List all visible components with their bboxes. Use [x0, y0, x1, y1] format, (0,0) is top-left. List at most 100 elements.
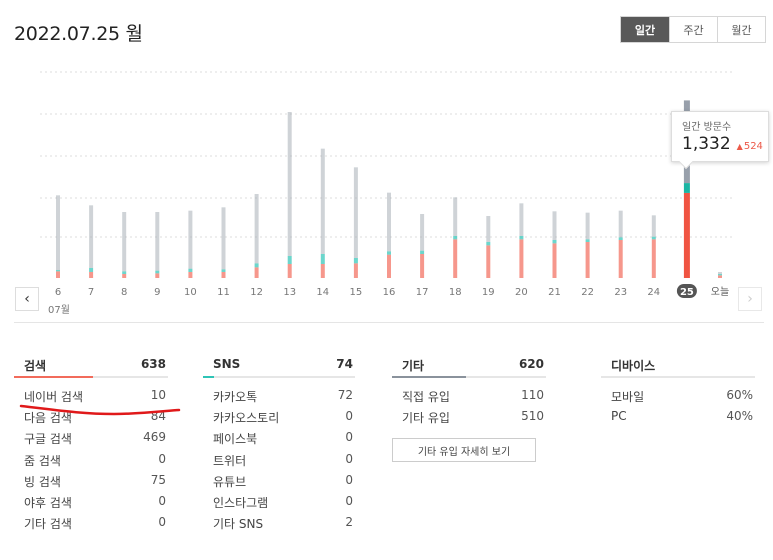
row-value: 0 — [345, 451, 353, 466]
bar-other-6 — [56, 195, 60, 270]
period-tabs: 일간 주간 월간 — [620, 16, 766, 43]
list-item: 야후 검색 0 — [14, 494, 168, 515]
x-tick-label: 16 — [383, 287, 396, 298]
section-share-bar — [392, 376, 546, 378]
section-header: SNS 74 — [203, 352, 355, 376]
tab-monthly[interactable]: 월간 — [717, 17, 765, 42]
x-tick-label: 23 — [614, 287, 627, 298]
bar-sns-14 — [320, 254, 325, 264]
row-value: 0 — [345, 409, 353, 424]
row-value: 469 — [143, 430, 166, 445]
bar-sns-17 — [420, 250, 425, 254]
bar-sns-오늘 — [718, 274, 722, 276]
bar-other-19 — [486, 216, 491, 242]
x-tick-label: 25 — [680, 287, 694, 298]
bar-sns-18 — [453, 236, 458, 240]
section-1: SNS 74 카카오톡 72 카카오스토리 0 페이스북 0 트위터 0 유튜브 0 인스타그램 0 기타 … — [203, 352, 355, 536]
tab-daily[interactable]: 일간 — [621, 17, 669, 42]
bar-sns-16 — [387, 251, 391, 255]
bar-search-7 — [89, 272, 94, 278]
x-tick-label: 6 — [55, 287, 61, 298]
x-tick-label: 20 — [515, 287, 528, 298]
bar-sns-25 — [683, 183, 690, 193]
row-label: 카카오톡 — [213, 390, 258, 404]
up-arrow-icon: ▲ — [736, 142, 743, 151]
next-period-button[interactable]: › — [738, 287, 762, 311]
bar-search-20 — [519, 239, 524, 278]
list-item: 기타 유입 510 — [392, 409, 546, 430]
bar-other-20 — [519, 203, 524, 236]
section-2: 기타 620 직접 유입 110 기타 유입 510 기타 유입 자세히 보기 — [392, 352, 546, 463]
bar-search-6 — [56, 271, 60, 278]
bar-search-10 — [188, 272, 193, 278]
x-tick-label: 오늘 — [711, 286, 729, 298]
tooltip-delta-value: 524 — [743, 141, 763, 152]
bar-sns-7 — [89, 268, 94, 272]
row-value: 0 — [158, 451, 166, 466]
section-3: 디바이스 모바일 60% PC 40% — [601, 352, 755, 430]
chart-tooltip: 일간 방문수 1,332 ▲524 — [671, 111, 769, 162]
section-title: 기타 — [402, 359, 425, 373]
bar-other-12 — [254, 194, 259, 264]
row-value: 72 — [337, 388, 353, 402]
bar-sns-10 — [188, 268, 193, 272]
list-item: 빙 검색 75 — [14, 473, 168, 494]
row-value: 75 — [150, 472, 166, 487]
section-title: SNS — [213, 357, 241, 371]
bar-search-21 — [552, 243, 557, 278]
row-label: 야후 검색 — [24, 495, 72, 510]
bar-other-22 — [585, 212, 590, 240]
x-tick-label: 21 — [548, 287, 561, 298]
visitor-chart: 6 7 8 9 10 11 12 13 14 15 16 17 18 19 20 21 22 23 24 25 오늘 — [40, 71, 735, 298]
bar-sns-13 — [287, 256, 292, 264]
bar-other-18 — [453, 197, 458, 236]
bar-search-11 — [221, 272, 226, 278]
section-share-bar — [14, 376, 168, 378]
bar-search-오늘 — [718, 275, 722, 278]
bar-sns-21 — [552, 240, 557, 244]
row-value: 510 — [521, 409, 544, 424]
list-item: 트위터 0 — [203, 452, 355, 473]
bar-other-16 — [387, 192, 391, 252]
row-label: 빙 검색 — [24, 474, 61, 489]
row-value: 0 — [345, 430, 353, 445]
bar-other-21 — [552, 211, 557, 240]
section-header: 검색 638 — [14, 352, 168, 376]
bar-search-18 — [453, 239, 458, 278]
bar-sns-15 — [353, 258, 358, 264]
list-item: 페이스북 0 — [203, 430, 355, 451]
bar-search-14 — [320, 264, 325, 278]
section-header: 기타 620 — [392, 352, 546, 376]
row-label: 카카오스토리 — [213, 411, 280, 426]
row-label: 모바일 — [611, 390, 645, 404]
prev-period-button[interactable]: ‹ — [15, 287, 39, 311]
bar-other-11 — [221, 207, 226, 270]
section-share-bar — [203, 376, 355, 378]
other-traffic-detail-button[interactable]: 기타 유입 자세히 보기 — [392, 438, 536, 463]
list-item: 카카오톡 72 — [203, 388, 355, 409]
row-label: 트위터 — [213, 453, 247, 468]
row-label: 기타 검색 — [24, 517, 72, 532]
row-value: 0 — [345, 493, 353, 508]
x-tick-label: 13 — [283, 287, 296, 298]
bar-sns-22 — [585, 239, 590, 242]
tooltip-title: 일간 방문수 — [682, 122, 732, 133]
x-tick-label: 8 — [121, 287, 127, 298]
section-title: 디바이스 — [611, 359, 656, 373]
bar-sns-20 — [519, 236, 524, 240]
bar-search-15 — [353, 263, 358, 278]
bar-other-15 — [353, 167, 358, 258]
x-tick-label: 22 — [581, 287, 594, 298]
bar-other-9 — [155, 212, 160, 271]
bar-search-17 — [420, 254, 425, 278]
row-value: 40% — [726, 409, 753, 424]
x-tick-label: 19 — [482, 287, 495, 298]
hand-drawn-underline — [19, 404, 181, 416]
bar-search-12 — [254, 267, 259, 278]
x-tick-label: 18 — [449, 287, 462, 298]
tab-weekly[interactable]: 주간 — [669, 17, 717, 42]
list-item: 직접 유입 110 — [392, 388, 546, 409]
row-value: 2 — [345, 515, 353, 530]
month-label: 07월 — [48, 305, 70, 316]
bar-search-8 — [122, 274, 127, 278]
